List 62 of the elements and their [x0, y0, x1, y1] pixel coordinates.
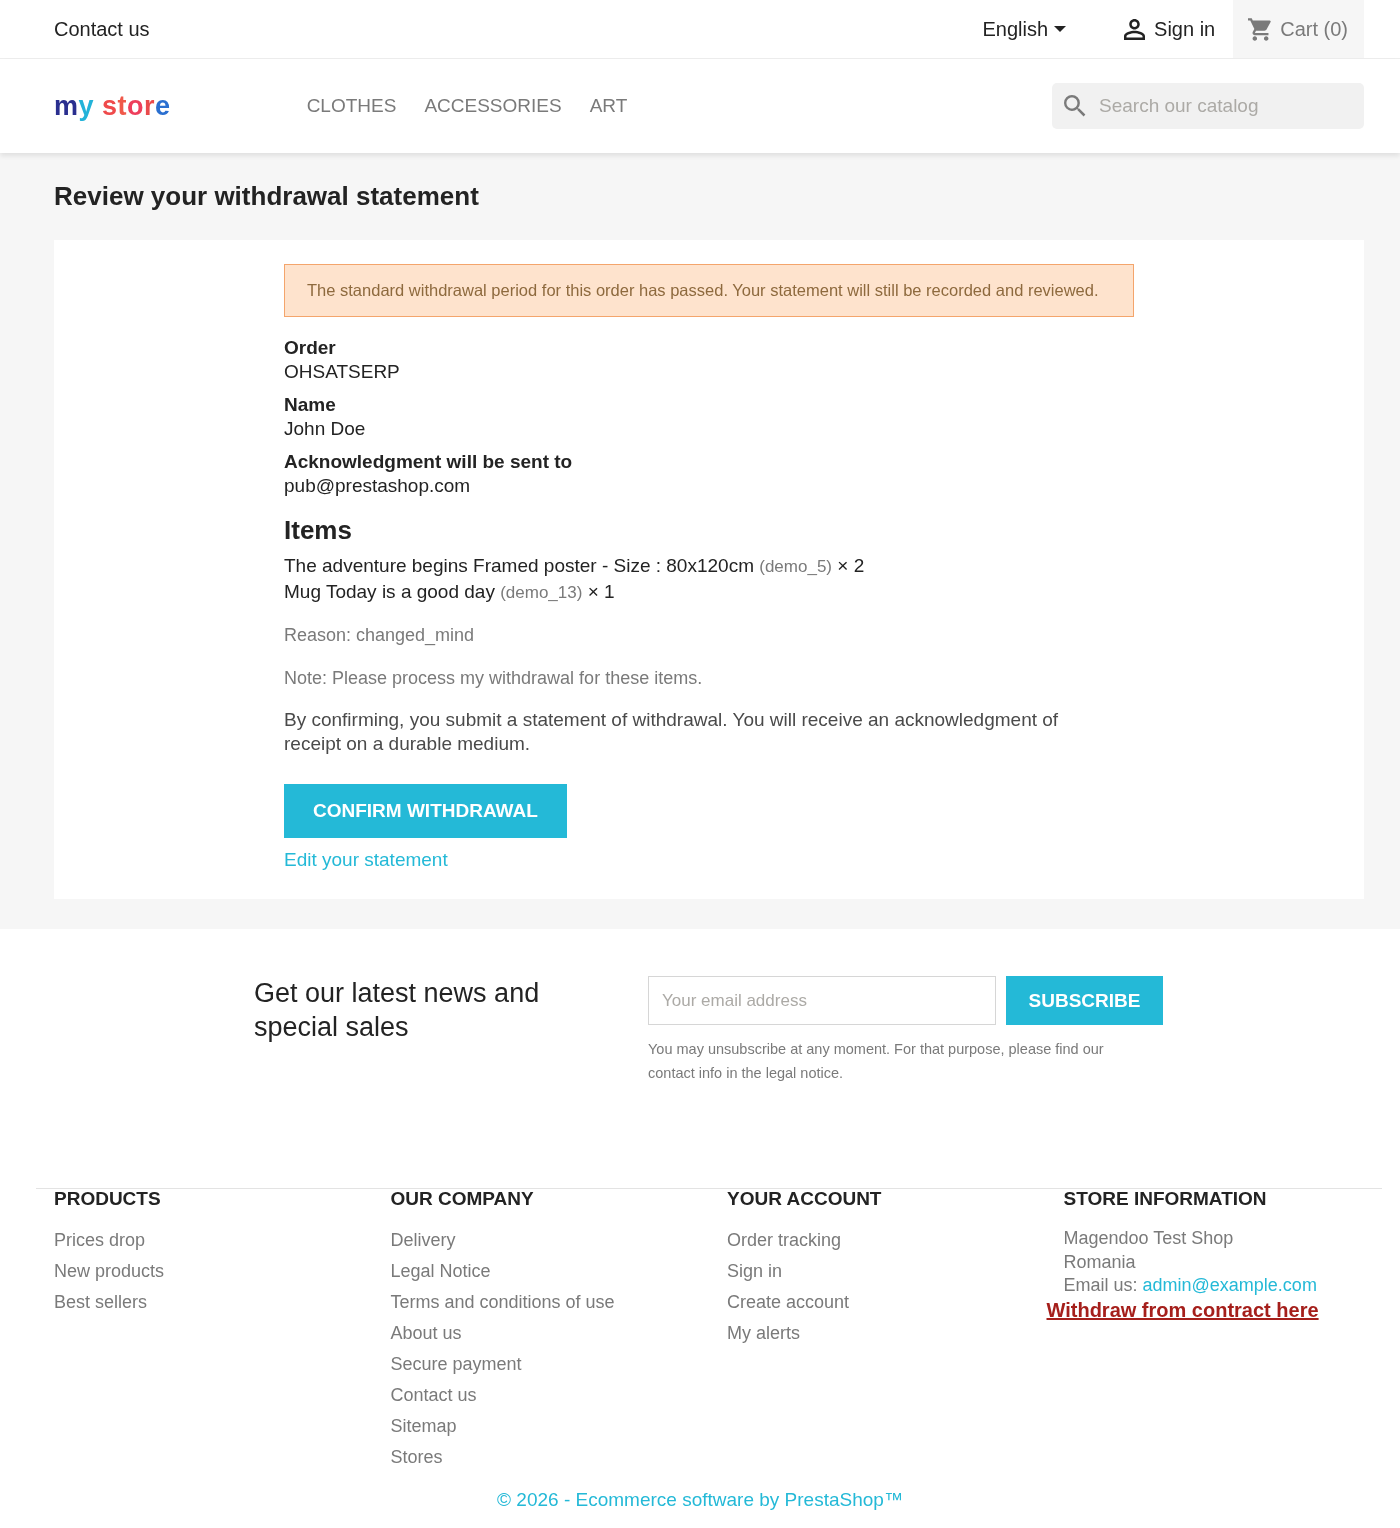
footer-link[interactable]: New products — [54, 1261, 165, 1281]
footer-heading: YOUR ACCOUNT — [727, 1189, 882, 1209]
footer-heading: PRODUCTS — [54, 1189, 161, 1209]
detail-label: Acknowledgment will be sent to — [284, 450, 573, 474]
language-dropdown[interactable]: English — [982, 17, 1067, 41]
store-info-text: Romania — [1063, 1250, 1136, 1274]
detail-value: John Doe — [284, 417, 366, 441]
email-input[interactable]: Your email address — [648, 976, 996, 1025]
item-quantity: × 2 — [837, 555, 865, 576]
menu-link[interactable]: ART — [589, 95, 628, 117]
footer-link[interactable]: Sitemap — [390, 1416, 457, 1436]
detail-value: pub@prestashop.com — [284, 474, 471, 498]
store-info-text: Magendoo Test Shop — [1063, 1227, 1234, 1250]
cart-button[interactable]: Cart (0) — [1233, 0, 1364, 58]
footer-link[interactable]: Secure payment — [390, 1354, 522, 1374]
caret-icon — [1054, 26, 1067, 32]
menu-link[interactable]: ACCESSORIES — [424, 95, 562, 117]
email-link[interactable]: admin@example.com — [1142, 1275, 1317, 1295]
footer-link[interactable]: Prices drop — [54, 1230, 146, 1250]
cart-icon — [1248, 17, 1274, 41]
footer-link[interactable]: Sign in — [727, 1261, 783, 1281]
copyright-link[interactable]: © 2026 - Ecommerce software by PrestaShop™ — [497, 1489, 903, 1510]
reason-text: Reason: changed_mind — [284, 624, 475, 647]
footer-link[interactable]: Delivery — [390, 1230, 456, 1250]
item-reference: (demo_5) — [759, 557, 832, 576]
footer-link[interactable]: Legal Notice — [390, 1261, 491, 1281]
note-text: Note: Please process my withdrawal for these items. — [284, 667, 703, 690]
footer-link[interactable]: Create account — [727, 1292, 850, 1312]
warning-alert: The standard withdrawal period for this order has passed. Your statement will still be recorded and reviewed. — [284, 264, 1134, 317]
menu-link[interactable]: CLOTHES — [306, 95, 397, 117]
items-heading: Items — [284, 514, 352, 546]
detail-value: OHSATSERP — [284, 360, 400, 384]
newsletter-heading: Get our latest news and special sales — [254, 977, 541, 1044]
detail-label: Order — [284, 336, 336, 360]
search-icon — [1064, 95, 1086, 117]
footer-heading: STORE INFORMATION — [1063, 1189, 1267, 1209]
contact-link[interactable]: Contact us — [54, 17, 150, 41]
footer-link[interactable]: Terms and conditions of use — [390, 1292, 615, 1312]
item-name: Mug Today is a good day — [284, 581, 495, 602]
footer-link[interactable]: Stores — [390, 1447, 443, 1467]
confirmation-notice: By confirming, you submit a statement of withdrawal. You will receive an acknowledgment of receipt on a durable medium. — [284, 708, 1060, 756]
detail-label: Name — [284, 393, 336, 417]
footer-heading: OUR COMPANY — [390, 1189, 534, 1209]
confirm-withdrawal-button[interactable]: CONFIRM WITHDRAWAL — [284, 784, 567, 838]
footer-link[interactable]: My alerts — [727, 1323, 800, 1343]
store-logo[interactable]: my store — [54, 90, 171, 122]
footer-link[interactable]: About us — [390, 1323, 462, 1343]
item-reference: (demo_13) — [500, 583, 583, 602]
footer-link[interactable]: Order tracking — [727, 1230, 842, 1250]
footer-link[interactable]: Contact us — [390, 1385, 477, 1405]
edit-statement-link[interactable]: Edit your statement — [284, 848, 448, 872]
withdraw-link[interactable]: Withdraw from contract here — [1046, 1297, 1319, 1323]
item-quantity: × 1 — [587, 581, 615, 602]
footer-link[interactable]: Best sellers — [54, 1292, 148, 1312]
subscribe-button[interactable]: SUBSCRIBE — [1006, 976, 1163, 1025]
unsubscribe-notice: You may unsubscribe at any moment. For that purpose, please find our contact info in the legal notice. — [648, 1040, 1105, 1083]
item-name: The adventure begins Framed poster - Size : 80x120cm — [284, 555, 754, 576]
store-email-text: Email us: admin@example.com — [1063, 1274, 1317, 1297]
page-title: Review your withdrawal statement — [54, 180, 479, 213]
sign-in-link[interactable]: Sign in — [1124, 17, 1216, 41]
user-icon — [1124, 18, 1146, 40]
search-field[interactable]: Search our catalog — [1052, 83, 1364, 129]
